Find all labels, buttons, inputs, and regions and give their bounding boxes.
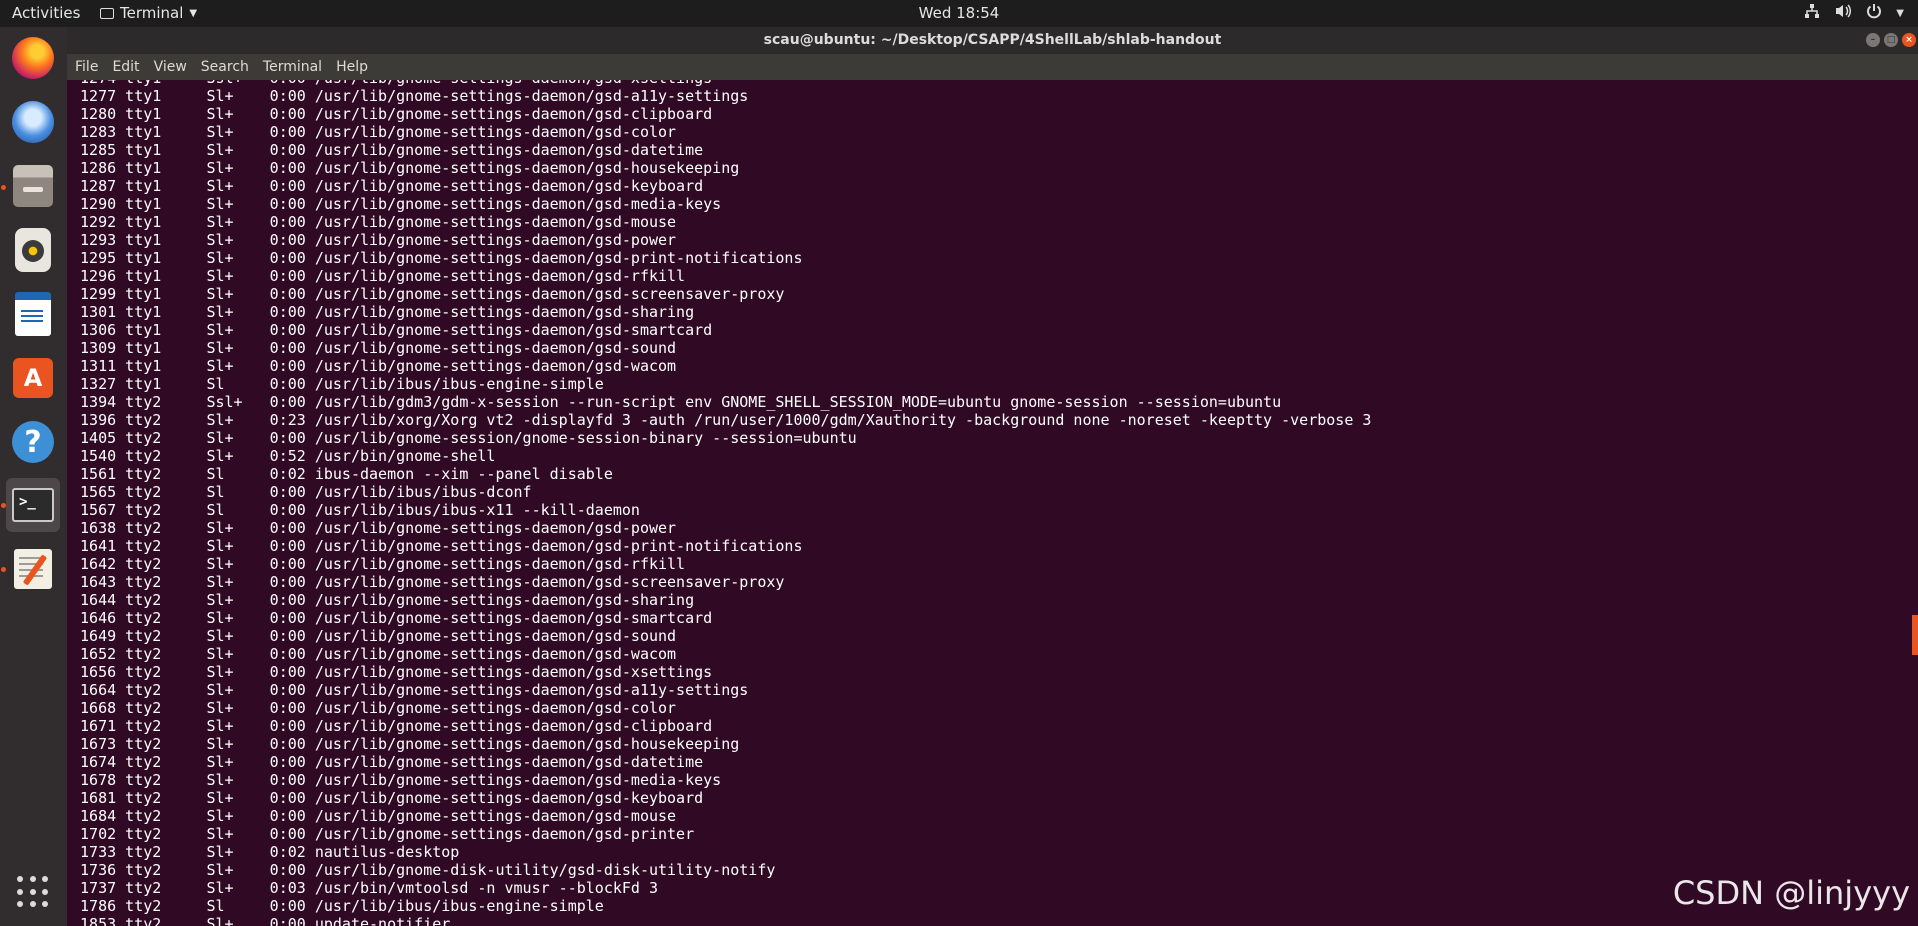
terminal-line: 1394 tty2 Ssl+ 0:00 /usr/lib/gdm3/gdm-x-…	[71, 393, 1282, 411]
menu-file[interactable]: File	[73, 59, 100, 75]
clock[interactable]: Wed 18:54	[0, 4, 1918, 22]
volume-icon[interactable]	[1834, 3, 1852, 23]
terminal-line: 1283 tty1 Sl+ 0:00 /usr/lib/gnome-settin…	[71, 123, 677, 141]
terminal-icon: >_	[12, 488, 54, 522]
menu-help[interactable]: Help	[334, 59, 370, 75]
caret-down-icon: ▼	[189, 7, 198, 19]
terminal-line: 1643 tty2 Sl+ 0:00 /usr/lib/gnome-settin…	[71, 573, 785, 591]
terminal-line: 1642 tty2 Sl+ 0:00 /usr/lib/gnome-settin…	[71, 555, 686, 573]
help-icon: ?	[12, 421, 54, 463]
app-grid-icon	[17, 876, 49, 908]
dock: A ? >_	[0, 27, 67, 926]
terminal-line: 1287 tty1 Sl+ 0:00 /usr/lib/gnome-settin…	[71, 177, 704, 195]
system-tray[interactable]: ▼	[1804, 3, 1904, 23]
window-titlebar[interactable]: scau@ubuntu: ~/Desktop/CSAPP/4ShellLab/s…	[67, 27, 1918, 54]
activities-button[interactable]: Activities	[12, 4, 80, 22]
menu-edit[interactable]: Edit	[110, 59, 141, 75]
terminal-line: 1733 tty2 Sl+ 0:02 nautilus-desktop	[71, 843, 460, 861]
terminal-line: 1684 tty2 Sl+ 0:00 /usr/lib/gnome-settin…	[71, 807, 677, 825]
network-icon[interactable]	[1804, 3, 1820, 23]
mail-icon	[12, 101, 54, 143]
window-controls: – □ ×	[1866, 33, 1916, 47]
terminal-line: 1290 tty1 Sl+ 0:00 /usr/lib/gnome-settin…	[71, 195, 722, 213]
terminal-line: 1641 tty2 Sl+ 0:00 /usr/lib/gnome-settin…	[71, 537, 803, 555]
dock-item-rhythmbox[interactable]	[6, 223, 60, 277]
firefox-icon	[12, 37, 54, 79]
dock-item-software[interactable]: A	[6, 351, 60, 405]
terminal-line: 1561 tty2 Sl 0:02 ibus-daemon --xim --pa…	[71, 465, 613, 483]
terminal-line: 1396 tty2 Sl+ 0:23 /usr/lib/xorg/Xorg vt…	[71, 411, 1372, 429]
show-applications-button[interactable]	[6, 865, 60, 919]
power-icon[interactable]	[1866, 3, 1882, 23]
terminal-line: 1540 tty2 Sl+ 0:52 /usr/bin/gnome-shell	[71, 447, 496, 465]
top-bar: Activities Terminal ▼ Wed 18:54 ▼	[0, 0, 1918, 27]
terminal-line: 1306 tty1 Sl+ 0:00 /usr/lib/gnome-settin…	[71, 321, 713, 339]
close-button[interactable]: ×	[1902, 33, 1916, 47]
minimize-button[interactable]: –	[1866, 33, 1880, 47]
music-icon	[15, 228, 51, 272]
menu-view[interactable]: View	[152, 59, 189, 75]
maximize-button[interactable]: □	[1884, 33, 1898, 47]
terminal-line: 1309 tty1 Sl+ 0:00 /usr/lib/gnome-settin…	[71, 339, 677, 357]
terminal-line: 1649 tty2 Sl+ 0:00 /usr/lib/gnome-settin…	[71, 627, 677, 645]
dock-item-libreoffice-writer[interactable]	[6, 287, 60, 341]
terminal-app-icon	[100, 7, 114, 19]
terminal-line: 1405 tty2 Sl+ 0:00 /usr/lib/gnome-sessio…	[71, 429, 857, 447]
window-title: scau@ubuntu: ~/Desktop/CSAPP/4ShellLab/s…	[763, 32, 1222, 48]
terminal-line: 1853 tty2 Sl+ 0:00 update-notifier	[71, 915, 451, 926]
dock-item-firefox[interactable]	[6, 31, 60, 85]
store-icon: A	[13, 358, 53, 398]
app-menu[interactable]: Terminal ▼	[100, 4, 197, 22]
terminal-line: 1274 tty1 Ssl+ 0:00 /usr/lib/gnome-setti…	[71, 80, 1371, 87]
caret-down-icon: ▼	[1896, 7, 1904, 19]
terminal-line: 1668 tty2 Sl+ 0:00 /usr/lib/gnome-settin…	[71, 699, 677, 717]
terminal-line: 1736 tty2 Sl+ 0:00 /usr/lib/gnome-disk-u…	[71, 861, 776, 879]
menu-bar: File Edit View Search Terminal Help	[67, 54, 1918, 80]
dock-item-files[interactable]	[6, 159, 60, 213]
terminal-line: 1285 tty1 Sl+ 0:00 /usr/lib/gnome-settin…	[71, 141, 704, 159]
terminal-line: 1565 tty2 Sl 0:00 /usr/lib/ibus/ibus-dco…	[71, 483, 532, 501]
terminal-line: 1301 tty1 Sl+ 0:00 /usr/lib/gnome-settin…	[71, 303, 695, 321]
terminal-output[interactable]: 1274 tty1 Ssl+ 0:00 /usr/lib/gnome-setti…	[67, 80, 1918, 926]
terminal-line: 1652 tty2 Sl+ 0:00 /usr/lib/gnome-settin…	[71, 645, 677, 663]
scrollbar-thumb[interactable]	[1912, 615, 1918, 655]
menu-terminal[interactable]: Terminal	[261, 59, 324, 75]
terminal-line: 1702 tty2 Sl+ 0:00 /usr/lib/gnome-settin…	[71, 825, 695, 843]
dock-item-text-editor[interactable]	[6, 542, 60, 596]
terminal-line: 1656 tty2 Sl+ 0:00 /usr/lib/gnome-settin…	[71, 663, 713, 681]
files-icon	[13, 165, 53, 207]
terminal-line: 1671 tty2 Sl+ 0:00 /usr/lib/gnome-settin…	[71, 717, 713, 735]
terminal-line: 1664 tty2 Sl+ 0:00 /usr/lib/gnome-settin…	[71, 681, 749, 699]
terminal-line: 1293 tty1 Sl+ 0:00 /usr/lib/gnome-settin…	[71, 231, 677, 249]
terminal-line: 1737 tty2 Sl+ 0:03 /usr/bin/vmtoolsd -n …	[71, 879, 658, 897]
dock-item-terminal[interactable]: >_	[6, 478, 60, 532]
terminal-line: 1638 tty2 Sl+ 0:00 /usr/lib/gnome-settin…	[71, 519, 677, 537]
dock-item-thunderbird[interactable]	[6, 95, 60, 149]
terminal-line: 1277 tty1 Sl+ 0:00 /usr/lib/gnome-settin…	[71, 87, 749, 105]
terminal-line: 1286 tty1 Sl+ 0:00 /usr/lib/gnome-settin…	[71, 159, 740, 177]
document-icon	[15, 292, 51, 336]
app-menu-label: Terminal	[120, 4, 184, 22]
terminal-line: 1674 tty2 Sl+ 0:00 /usr/lib/gnome-settin…	[71, 753, 704, 771]
terminal-line: 1327 tty1 Sl 0:00 /usr/lib/ibus/ibus-eng…	[71, 375, 604, 393]
watermark: CSDN @linjyyy	[1672, 874, 1910, 912]
terminal-line: 1646 tty2 Sl+ 0:00 /usr/lib/gnome-settin…	[71, 609, 713, 627]
terminal-line: 1295 tty1 Sl+ 0:00 /usr/lib/gnome-settin…	[71, 249, 803, 267]
terminal-line: 1296 tty1 Sl+ 0:00 /usr/lib/gnome-settin…	[71, 267, 686, 285]
terminal-line: 1644 tty2 Sl+ 0:00 /usr/lib/gnome-settin…	[71, 591, 695, 609]
terminal-line: 1299 tty1 Sl+ 0:00 /usr/lib/gnome-settin…	[71, 285, 785, 303]
terminal-line: 1678 tty2 Sl+ 0:00 /usr/lib/gnome-settin…	[71, 771, 722, 789]
terminal-line: 1311 tty1 Sl+ 0:00 /usr/lib/gnome-settin…	[71, 357, 677, 375]
terminal-line: 1681 tty2 Sl+ 0:00 /usr/lib/gnome-settin…	[71, 789, 704, 807]
menu-search[interactable]: Search	[199, 59, 251, 75]
terminal-line: 1567 tty2 Sl 0:00 /usr/lib/ibus/ibus-x11…	[71, 501, 640, 519]
dock-item-help[interactable]: ?	[6, 415, 60, 469]
terminal-line: 1673 tty2 Sl+ 0:00 /usr/lib/gnome-settin…	[71, 735, 740, 753]
terminal-line: 1786 tty2 Sl 0:00 /usr/lib/ibus/ibus-eng…	[71, 897, 604, 915]
text-editor-icon	[14, 549, 52, 589]
terminal-lines: 1274 tty1 Ssl+ 0:00 /usr/lib/gnome-setti…	[71, 80, 1371, 926]
terminal-line: 1280 tty1 Sl+ 0:00 /usr/lib/gnome-settin…	[71, 105, 713, 123]
terminal-line: 1292 tty1 Sl+ 0:00 /usr/lib/gnome-settin…	[71, 213, 677, 231]
